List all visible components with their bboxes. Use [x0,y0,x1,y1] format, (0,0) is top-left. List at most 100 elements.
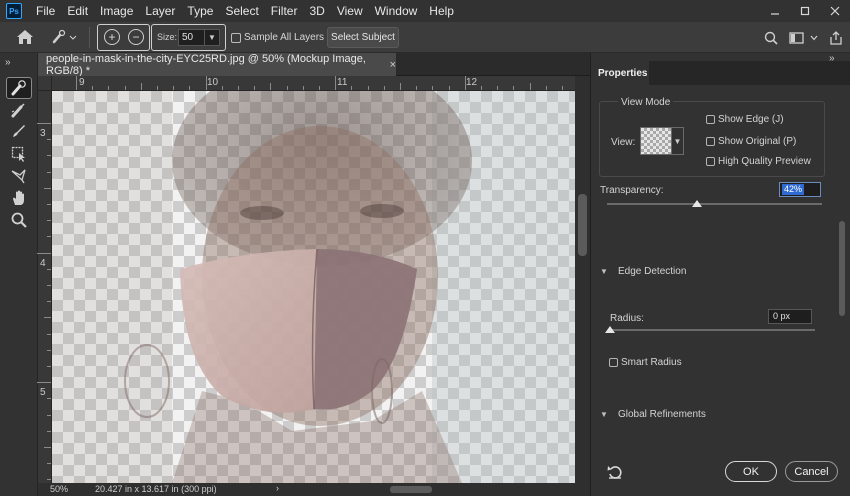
high-quality-preview-checkbox[interactable] [706,157,715,166]
brush-icon[interactable] [6,120,32,142]
ruler-tick [545,86,547,90]
sample-all-layers-label: Sample All Layers [244,32,325,43]
menu-image[interactable]: Image [94,4,139,18]
chevron-down-icon[interactable]: ▼ [672,127,684,155]
brush-size-input[interactable]: 50 [178,29,205,46]
radius-slider-handle[interactable] [605,326,615,333]
chevron-down-icon[interactable]: ▼ [205,29,220,46]
ruler-tick [47,333,51,335]
tab-properties[interactable]: Properties [591,61,649,85]
menu-file[interactable]: File [30,4,61,18]
options-bar: + − Size: 50 ▼ Sample All Layers Select … [0,22,850,53]
restore-icon[interactable] [790,0,820,22]
ruler-tick [400,83,401,90]
ruler-tick [157,86,158,90]
close-icon[interactable] [820,0,850,22]
select-subject-button[interactable]: Select Subject [327,27,399,48]
menu-3d[interactable]: 3D [303,4,330,18]
ruler-tick [529,83,531,90]
mockup-image [52,91,575,483]
ruler-tick [464,76,466,90]
collapse-panel-icon[interactable]: » [829,53,834,64]
subtract-from-selection-icon[interactable]: − [128,29,144,45]
tool-preset-picker[interactable] [50,28,80,46]
view-mode-thumbnail[interactable] [640,127,672,155]
workspace-icon[interactable] [789,30,805,46]
transparency-slider[interactable] [607,203,822,205]
menu-window[interactable]: Window [369,4,424,18]
reset-icon[interactable] [607,464,623,480]
global-refinements-title[interactable]: Global Refinements [618,409,706,420]
hand-icon[interactable] [6,187,32,209]
ruler-label: 5 [40,387,46,398]
menu-view[interactable]: View [331,4,369,18]
show-edge-label: Show Edge (J) [718,114,784,125]
photoshop-logo-icon[interactable]: Ps [6,3,22,19]
ruler-tick [189,86,191,90]
vertical-scrollbar[interactable] [575,76,590,483]
ruler-corner [38,76,52,91]
share-icon[interactable] [828,30,844,46]
object-selection-icon[interactable] [6,143,32,165]
ruler-label: 12 [466,77,478,88]
quick-selection-brush-icon[interactable] [6,77,32,99]
ok-button[interactable]: OK [725,461,777,482]
add-to-selection-icon[interactable]: + [104,29,120,45]
panel-scrollbar-thumb[interactable] [839,221,845,316]
home-icon[interactable] [16,29,34,45]
ruler-tick [47,479,51,481]
document-canvas[interactable] [52,91,575,483]
size-label: Size: [157,32,178,42]
ruler-tick [140,83,142,90]
ruler-tick [367,86,369,90]
cancel-button[interactable]: Cancel [785,461,838,482]
horizontal-scrollbar-thumb[interactable] [390,486,432,493]
ruler-tick [47,139,51,141]
ruler-tick [205,76,207,90]
ruler-tick [254,86,256,90]
zoom-icon[interactable] [6,209,32,231]
edge-detection-title[interactable]: Edge Detection [618,266,686,277]
scrollbar-thumb[interactable] [578,194,587,256]
refine-edge-brush-icon[interactable] [6,99,32,121]
menu-select[interactable]: Select [219,4,264,18]
transparency-slider-handle[interactable] [692,200,703,207]
document-tab[interactable]: people-in-mask-in-the-city-EYC25RD.jpg @… [38,53,396,77]
radius-slider[interactable] [610,329,815,331]
smart-radius-checkbox[interactable] [609,358,618,367]
ruler-tick [286,86,288,90]
menu-type[interactable]: Type [181,4,219,18]
chevron-down-icon[interactable] [806,30,822,46]
menu-help[interactable]: Help [423,4,460,18]
lasso-icon[interactable] [6,165,32,187]
ruler-tick [47,204,51,205]
ruler-tick [481,86,482,90]
collapse-tools-icon[interactable]: » [0,53,37,74]
transparency-input[interactable]: 42% [779,182,821,197]
menu-filter[interactable]: Filter [265,4,304,18]
show-original-checkbox[interactable] [706,137,715,146]
show-edge-checkbox[interactable] [706,115,715,124]
status-menu-icon[interactable]: › [276,483,279,493]
chevron-down-icon[interactable]: ▼ [600,267,608,276]
close-tab-icon[interactable]: × [390,59,396,71]
zoom-level[interactable]: 50% [50,484,68,494]
search-icon[interactable] [763,30,779,46]
ruler-tick [448,86,450,90]
horizontal-ruler[interactable]: 9 10 11 12 [52,76,575,91]
ruler-tick [351,86,353,90]
ruler-tick [92,86,94,90]
vertical-ruler[interactable]: 3 4 5 [37,91,52,483]
sample-all-layers-checkbox[interactable] [231,33,241,43]
menu-edit[interactable]: Edit [61,4,94,18]
minimize-icon[interactable] [760,0,790,22]
properties-panel: Properties » View Mode View: ▼ Show Edge… [590,53,850,496]
menu-layer[interactable]: Layer [139,4,181,18]
high-quality-preview-label: High Quality Preview [718,156,811,167]
ruler-tick [319,86,320,90]
panel-scrollbar[interactable] [837,91,847,491]
chevron-down-icon[interactable]: ▼ [600,410,608,419]
radius-input[interactable]: 0 px [768,309,812,324]
ruler-tick [416,86,418,90]
ruler-tick [44,447,51,448]
